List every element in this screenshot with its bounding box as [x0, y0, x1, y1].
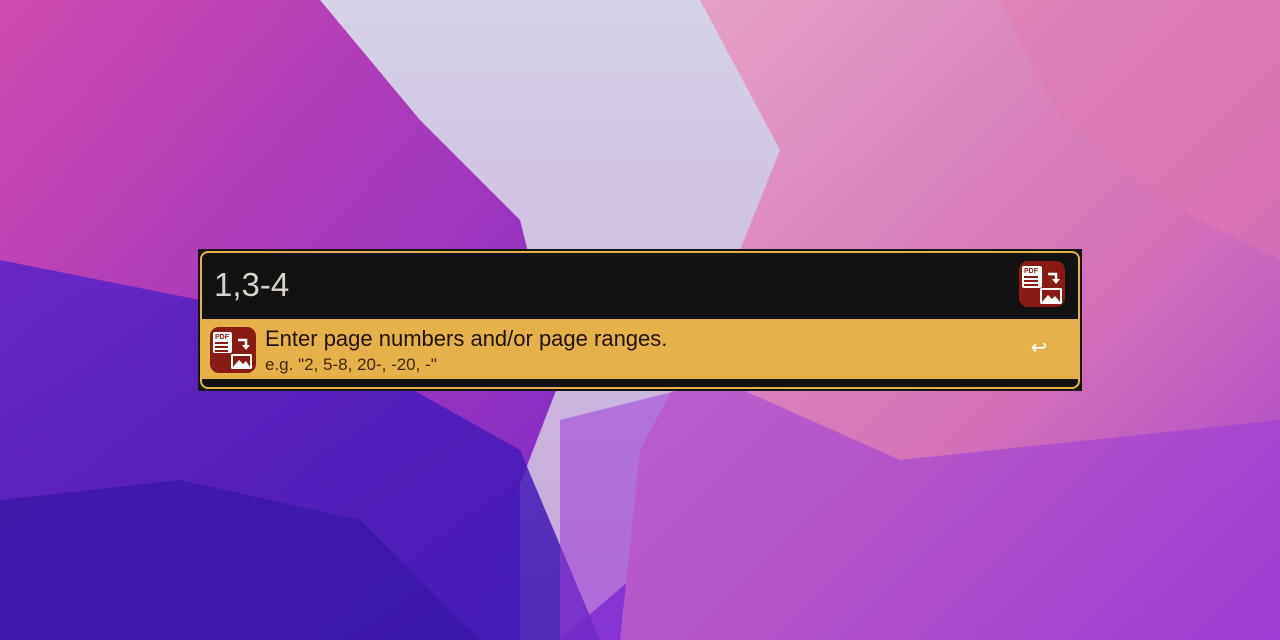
result-item[interactable]: PDF Enter page numbers and/or page range… [202, 319, 1078, 379]
launcher-frame: PDF PDF [200, 251, 1080, 389]
query-row: PDF [202, 253, 1078, 317]
svg-text:PDF: PDF [215, 334, 230, 341]
result-subtitle: e.g. "2, 5-8, 20-, -20, -" [265, 355, 437, 374]
result-title: Enter page numbers and/or page ranges. [265, 326, 668, 351]
launcher-window: PDF PDF [198, 249, 1082, 391]
pdf-to-image-icon: PDF [210, 327, 256, 373]
return-icon: ↩ [1030, 337, 1048, 359]
pdf-to-image-icon: PDF [1019, 261, 1065, 307]
svg-text:PDF: PDF [1024, 268, 1039, 275]
query-input[interactable] [214, 263, 994, 307]
